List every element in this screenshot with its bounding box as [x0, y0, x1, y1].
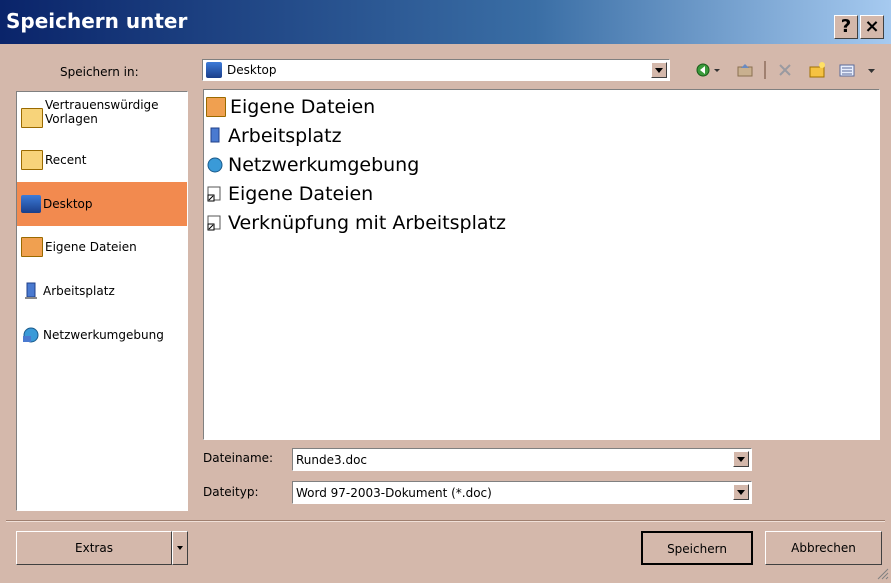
delete-icon[interactable]	[776, 61, 794, 79]
desktop-icon	[21, 195, 41, 213]
shortcut-icon	[206, 185, 224, 203]
views-dropdown-icon[interactable]	[866, 61, 878, 79]
places-bar: Vertrauenswürdige Vorlagen Recent Deskto…	[16, 91, 188, 511]
window-title: Speichern unter	[6, 9, 188, 33]
save-button[interactable]: Speichern	[641, 531, 753, 565]
place-label: Eigene Dateien	[45, 240, 137, 254]
documents-icon	[21, 237, 43, 257]
file-item-netzwerkumgebung[interactable]: Netzwerkumgebung	[206, 154, 419, 176]
back-dropdown-icon[interactable]	[712, 61, 722, 79]
chevron-down-icon	[177, 546, 183, 550]
file-label: Eigene Dateien	[230, 96, 376, 118]
filetype-label: Dateityp:	[203, 485, 259, 499]
filename-dropdown-button[interactable]	[733, 451, 749, 467]
filename-value: Runde3.doc	[296, 453, 368, 467]
place-label: Arbeitsplatz	[43, 284, 115, 298]
save-in-label: Speichern in:	[60, 65, 139, 79]
place-label: Netzwerkumgebung	[43, 328, 164, 342]
filetype-select[interactable]: Word 97-2003-Dokument (*.doc)	[292, 481, 752, 504]
network-icon	[206, 156, 224, 174]
computer-icon	[206, 127, 224, 145]
network-icon	[21, 326, 41, 344]
file-item-eigene-dateien[interactable]: Eigene Dateien	[206, 96, 375, 118]
place-vertrauenswuerdige-vorlagen[interactable]: Vertrauenswürdige Vorlagen	[17, 98, 187, 140]
place-arbeitsplatz[interactable]: Arbeitsplatz	[17, 280, 187, 302]
back-icon[interactable]	[694, 61, 712, 79]
file-label: Arbeitsplatz	[228, 125, 342, 147]
save-in-dropdown-button[interactable]	[651, 62, 667, 78]
filetype-value: Word 97-2003-Dokument (*.doc)	[296, 486, 492, 500]
up-folder-icon[interactable]	[736, 61, 754, 79]
divider	[6, 520, 885, 522]
documents-icon	[206, 97, 226, 117]
computer-icon	[21, 282, 41, 300]
place-label: Vertrauenswürdige Vorlagen	[45, 98, 159, 126]
file-list[interactable]: Eigene Dateien Arbeitsplatz Netzwerkumge…	[203, 89, 880, 440]
views-icon[interactable]	[838, 61, 856, 79]
place-eigene-dateien[interactable]: Eigene Dateien	[17, 236, 187, 258]
file-item-eigene-dateien-shortcut[interactable]: Eigene Dateien	[206, 183, 373, 205]
cancel-button[interactable]: Abbrechen	[765, 531, 882, 565]
place-desktop[interactable]: Desktop	[17, 182, 187, 226]
close-button[interactable]: ×	[860, 15, 884, 39]
filename-label: Dateiname:	[203, 451, 274, 465]
help-button[interactable]: ?	[834, 15, 858, 39]
extras-button[interactable]: Extras	[16, 531, 172, 565]
toolbar-separator	[764, 61, 766, 79]
file-label: Eigene Dateien	[228, 183, 374, 205]
file-label: Verknüpfung mit Arbeitsplatz	[228, 212, 506, 234]
place-label: Desktop	[43, 197, 93, 211]
extras-dropdown-button[interactable]	[172, 531, 188, 565]
folder-icon	[21, 108, 43, 128]
new-folder-icon[interactable]	[808, 61, 826, 79]
place-recent[interactable]: Recent	[17, 149, 187, 171]
file-label: Netzwerkumgebung	[228, 154, 420, 176]
file-item-arbeitsplatz[interactable]: Arbeitsplatz	[206, 125, 342, 147]
folder-icon	[21, 150, 43, 170]
place-label: Recent	[45, 153, 87, 167]
filetype-dropdown-button[interactable]	[733, 484, 749, 500]
resize-grip-icon[interactable]	[877, 568, 889, 580]
place-netzwerkumgebung[interactable]: Netzwerkumgebung	[17, 324, 187, 346]
shortcut-icon	[206, 214, 224, 232]
save-in-combobox[interactable]: Desktop	[202, 59, 670, 81]
desktop-icon	[206, 62, 222, 78]
title-bar[interactable]: Speichern unter ? ×	[0, 0, 891, 44]
save-in-value: Desktop	[227, 63, 277, 77]
file-item-verknuepfung-arbeitsplatz[interactable]: Verknüpfung mit Arbeitsplatz	[206, 212, 506, 234]
filename-combobox[interactable]: Runde3.doc	[292, 448, 752, 471]
